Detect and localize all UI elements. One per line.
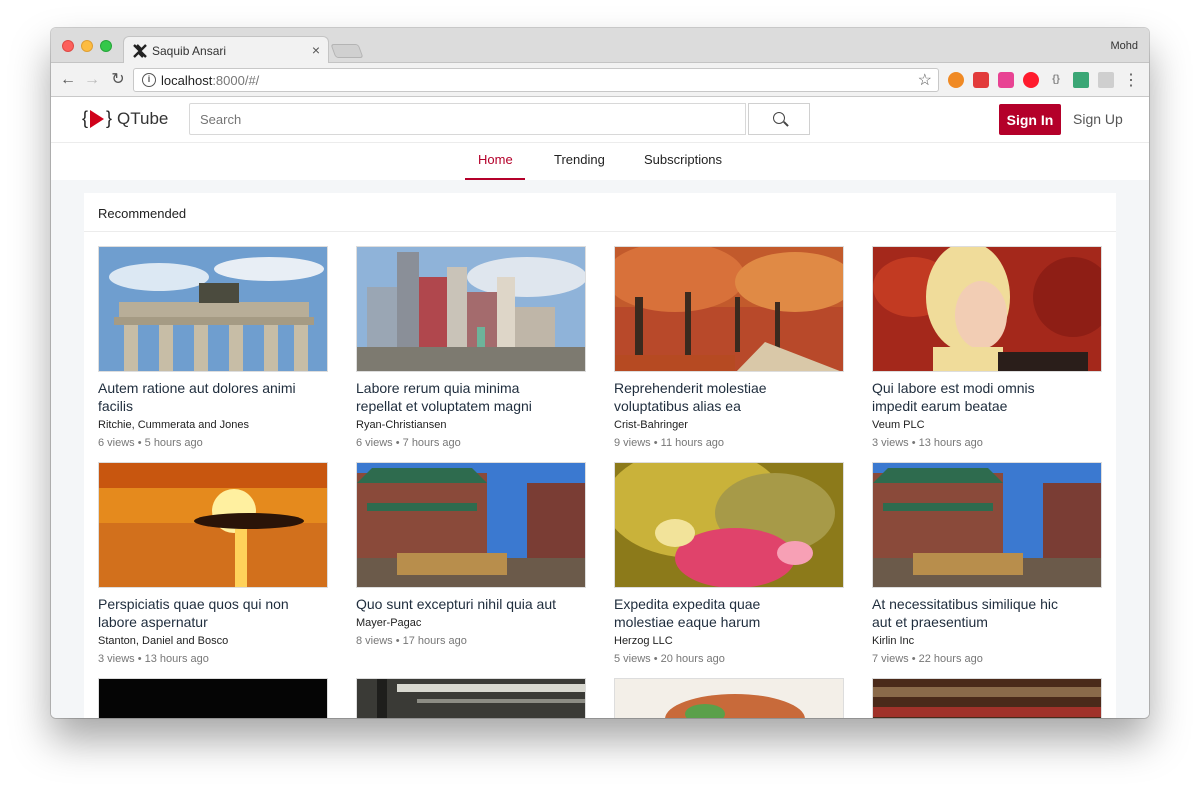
video-title[interactable]: Quo sunt excepturi nihil quia aut xyxy=(356,595,556,613)
video-card[interactable]: Labore rerum quia minima repellat et vol… xyxy=(356,246,586,449)
video-channel[interactable]: Veum PLC xyxy=(872,419,1102,431)
bookmark-star-icon[interactable]: ☆ xyxy=(918,70,932,90)
video-meta: 6 views • 5 hours ago xyxy=(98,437,203,449)
video-meta: 7 views • 22 hours ago xyxy=(872,653,983,665)
url-host: localhost xyxy=(161,73,213,88)
video-thumbnail[interactable] xyxy=(614,678,844,718)
video-title[interactable]: At necessitatibus similique hic aut et p… xyxy=(872,595,1072,631)
tab-close-icon[interactable]: × xyxy=(312,42,320,58)
site-info-icon[interactable]: i xyxy=(142,73,156,87)
search-button[interactable] xyxy=(748,103,810,135)
tab-trending[interactable]: Trending xyxy=(554,152,605,167)
window-maximize-button[interactable] xyxy=(100,40,112,52)
browser-toolbar: ← → ↻ i localhost:8000/#/ ☆ {} ⋮ xyxy=(51,63,1149,97)
video-title[interactable]: Perspiciatis quae quos qui non labore as… xyxy=(98,595,298,631)
video-thumbnail[interactable] xyxy=(98,678,328,718)
window-close-button[interactable] xyxy=(62,40,74,52)
video-meta: 3 views • 13 hours ago xyxy=(98,653,209,665)
video-meta: 8 views • 17 hours ago xyxy=(356,635,467,647)
tab-favicon-icon xyxy=(133,44,147,58)
opera-extension-icon[interactable] xyxy=(1023,72,1039,88)
app-header: { } QTube Sign In Sign Up xyxy=(51,97,1149,142)
url-text[interactable]: localhost:8000/#/ xyxy=(161,73,259,88)
video-channel[interactable]: Mayer-Pagac xyxy=(356,617,586,629)
url-path: :8000/#/ xyxy=(212,73,260,88)
extension-icon[interactable] xyxy=(973,72,989,88)
main-nav: Home Trending Subscriptions xyxy=(51,142,1149,180)
video-thumbnail[interactable] xyxy=(356,678,586,718)
tab-home[interactable]: Home xyxy=(478,152,513,167)
video-card[interactable]: Autem ratione aut dolores animi facilis … xyxy=(98,246,328,449)
video-card[interactable]: Perspiciatis quae quos qui non labore as… xyxy=(98,462,328,665)
video-meta: 6 views • 7 hours ago xyxy=(356,437,461,449)
section-title: Recommended xyxy=(98,206,187,221)
forward-icon[interactable]: → xyxy=(81,69,103,91)
video-channel[interactable]: Ritchie, Cummerata and Jones xyxy=(98,419,328,431)
browser-menu-icon[interactable]: ⋮ xyxy=(1123,70,1139,90)
extension-icon[interactable] xyxy=(948,72,964,88)
recommended-panel: Recommended Autem ratione aut dolores an… xyxy=(84,193,1116,718)
video-card[interactable]: At necessitatibus similique hic aut et p… xyxy=(872,462,1102,665)
video-title[interactable]: Labore rerum quia minima repellat et vol… xyxy=(356,379,556,415)
video-card[interactable]: Quo sunt excepturi nihil quia aut Mayer-… xyxy=(356,462,586,647)
vue-extension-icon[interactable] xyxy=(1073,72,1089,88)
logo-brace-left: { xyxy=(82,108,89,128)
new-tab-button[interactable] xyxy=(330,44,364,58)
video-channel[interactable]: Herzog LLC xyxy=(614,635,844,647)
video-thumbnail[interactable] xyxy=(872,678,1102,718)
video-card[interactable] xyxy=(614,678,844,718)
video-thumbnail[interactable] xyxy=(614,462,844,588)
logo-brace-right: } xyxy=(106,108,113,128)
video-meta: 9 views • 11 hours ago xyxy=(614,437,725,449)
video-card[interactable] xyxy=(872,678,1102,718)
video-card[interactable] xyxy=(356,678,586,718)
video-thumbnail[interactable] xyxy=(356,462,586,588)
tab-strip: Saquib Ansari × Mohd xyxy=(51,28,1149,64)
video-channel[interactable]: Ryan-Christiansen xyxy=(356,419,586,431)
video-title[interactable]: Reprehenderit molestiae voluptatibus ali… xyxy=(614,379,814,415)
video-card[interactable]: Expedita expedita quae molestiae eaque h… xyxy=(614,462,844,665)
page-viewport: { } QTube Sign In Sign Up Home Trending … xyxy=(51,97,1149,718)
video-channel[interactable]: Stanton, Daniel and Bosco xyxy=(98,635,328,647)
video-thumbnail[interactable] xyxy=(98,462,328,588)
profile-name[interactable]: Mohd xyxy=(1110,40,1138,52)
sign-in-button[interactable]: Sign In xyxy=(999,104,1061,135)
logo-name: QTube xyxy=(117,108,169,128)
video-channel[interactable]: Crist-Bahringer xyxy=(614,419,844,431)
video-title[interactable]: Expedita expedita quae molestiae eaque h… xyxy=(614,595,814,631)
video-channel[interactable]: Kirlin Inc xyxy=(872,635,1102,647)
qtube-logo[interactable]: { } QTube xyxy=(82,108,168,129)
extension-icon[interactable] xyxy=(998,72,1014,88)
sign-up-link[interactable]: Sign Up xyxy=(1073,111,1123,127)
video-card[interactable] xyxy=(98,678,328,718)
tab-title: Saquib Ansari xyxy=(152,44,227,58)
video-thumbnail[interactable] xyxy=(614,246,844,372)
play-icon xyxy=(90,109,105,128)
video-title[interactable]: Qui labore est modi omnis impedit earum … xyxy=(872,379,1072,415)
divider xyxy=(84,231,1116,232)
search-icon xyxy=(773,112,785,124)
active-tab-indicator xyxy=(465,178,525,180)
window-minimize-button[interactable] xyxy=(81,40,93,52)
browser-window: Saquib Ansari × Mohd ← → ↻ i localhost:8… xyxy=(51,28,1149,718)
video-title[interactable]: Autem ratione aut dolores animi facilis xyxy=(98,379,298,415)
video-thumbnail[interactable] xyxy=(98,246,328,372)
video-meta: 5 views • 20 hours ago xyxy=(614,653,725,665)
reload-icon[interactable]: ↻ xyxy=(107,69,129,91)
browser-tab[interactable]: Saquib Ansari × xyxy=(123,36,329,64)
extension-icon[interactable] xyxy=(1098,72,1114,88)
tab-subscriptions[interactable]: Subscriptions xyxy=(644,152,722,167)
video-card[interactable]: Qui labore est modi omnis impedit earum … xyxy=(872,246,1102,449)
json-extension-icon[interactable]: {} xyxy=(1048,72,1064,88)
video-meta: 3 views • 13 hours ago xyxy=(872,437,983,449)
back-icon[interactable]: ← xyxy=(57,69,79,91)
video-thumbnail[interactable] xyxy=(356,246,586,372)
video-card[interactable]: Reprehenderit molestiae voluptatibus ali… xyxy=(614,246,844,449)
search-input[interactable] xyxy=(189,103,746,135)
video-thumbnail[interactable] xyxy=(872,246,1102,372)
address-bar[interactable]: i localhost:8000/#/ ☆ xyxy=(133,68,939,92)
video-thumbnail[interactable] xyxy=(872,462,1102,588)
